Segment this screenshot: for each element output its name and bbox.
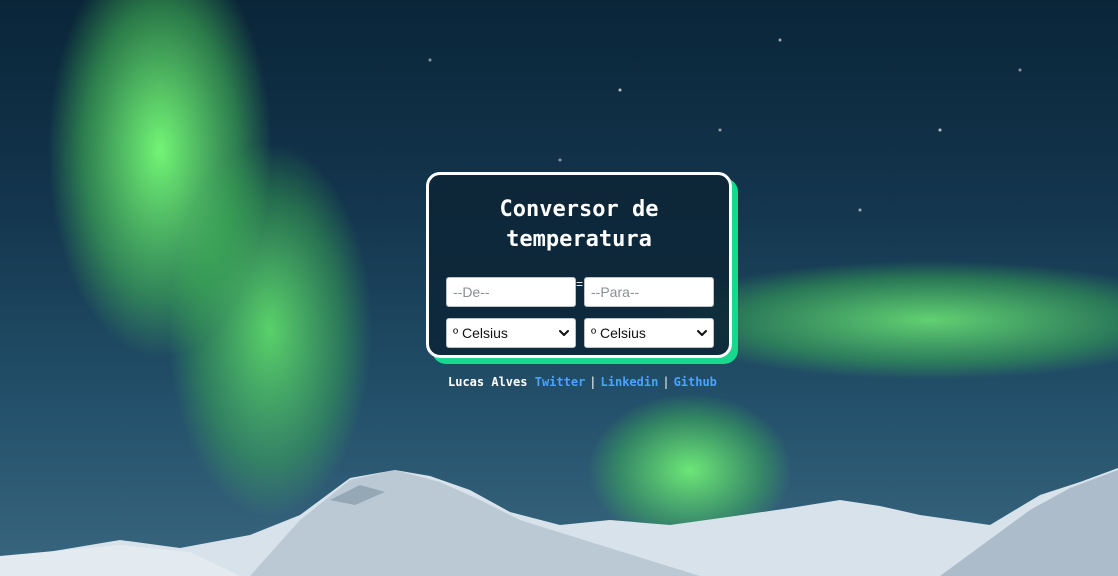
from-temperature-input[interactable] (446, 277, 576, 307)
page-title: Conversor de temperatura (429, 195, 729, 256)
footer-separator: | (662, 375, 670, 389)
footer-credits: Lucas Alves Twitter | Linkedin | Github (448, 375, 717, 389)
equals-sign: = (576, 277, 584, 291)
chevron-down-icon (559, 330, 569, 336)
twitter-link[interactable]: Twitter (535, 375, 586, 389)
to-temperature-input[interactable] (584, 277, 714, 307)
linkedin-link[interactable]: Linkedin (601, 375, 659, 389)
converter-card: Conversor de temperatura = º Celsius º C… (426, 172, 732, 358)
from-unit-select[interactable]: º Celsius (446, 318, 576, 348)
chevron-down-icon (697, 330, 707, 336)
author-name: Lucas Alves (448, 375, 528, 389)
to-unit-select[interactable]: º Celsius (584, 318, 714, 348)
footer-separator: | (589, 375, 597, 389)
title-line-2: temperatura (506, 227, 652, 253)
github-link[interactable]: Github (674, 375, 717, 389)
title-line-1: Conversor de (499, 197, 659, 222)
from-unit-value: º Celsius (453, 325, 508, 341)
to-unit-value: º Celsius (591, 325, 646, 341)
